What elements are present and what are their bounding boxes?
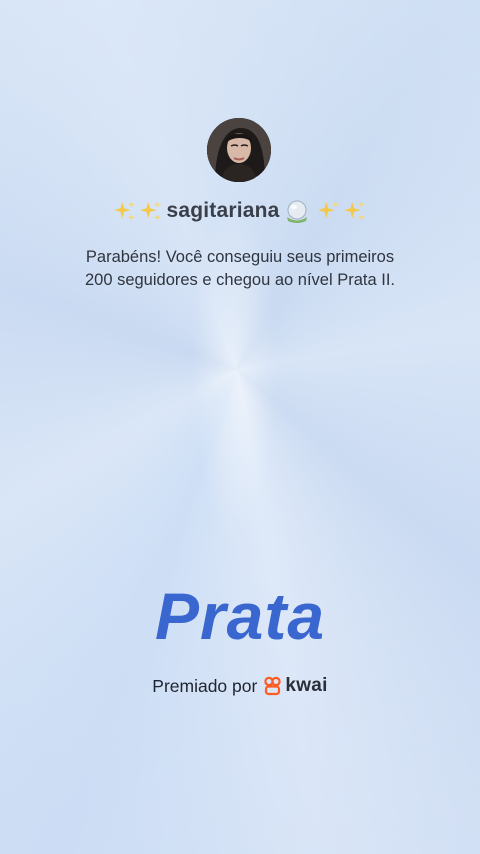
kwai-logo: kwai [263, 675, 327, 697]
message-line-1: Parabéns! Você conseguiu seus primeiros [85, 248, 395, 266]
sparkles-icon [114, 200, 136, 222]
sparkles-icon [140, 200, 162, 222]
kwai-wordmark: kwai [285, 675, 328, 696]
username: sagitariana [166, 199, 280, 222]
awarded-by-label: Premiado por [152, 675, 258, 696]
congratulations-message: Parabéns! Você conseguiu seus primeiros … [40, 246, 440, 292]
message-line-2: 200 seguidores e chegou ao nível Prata I… [84, 271, 396, 289]
sparkles-icon [343, 200, 365, 222]
awarded-by: Premiado por kwai [0, 672, 480, 700]
crystal-ball-icon [286, 200, 307, 223]
level-title: Prata [154, 579, 326, 653]
kwai-logo-icon [264, 676, 282, 696]
avatar [207, 118, 271, 182]
sparkles-icon [317, 200, 339, 219]
profile-photo [207, 118, 271, 182]
username-row: sagitariana [0, 195, 480, 227]
